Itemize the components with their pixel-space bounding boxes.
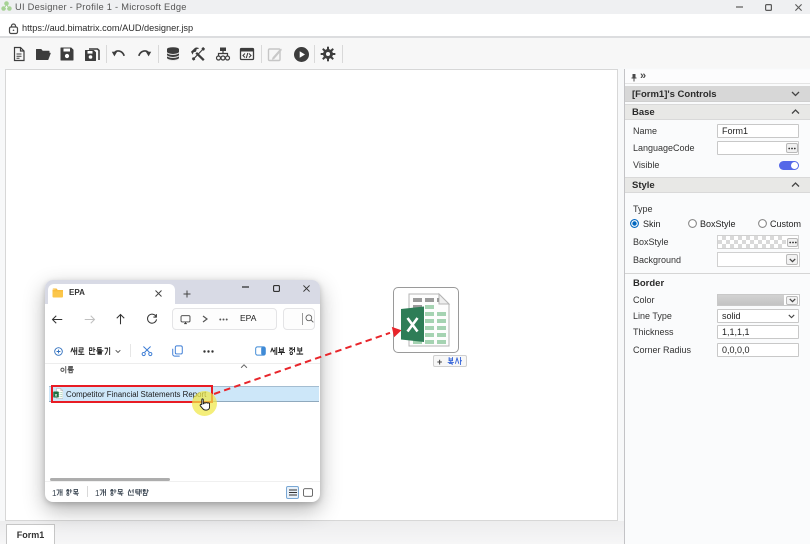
svg-text:1: 1 <box>95 489 100 496</box>
svg-text:1: 1 <box>52 489 57 496</box>
